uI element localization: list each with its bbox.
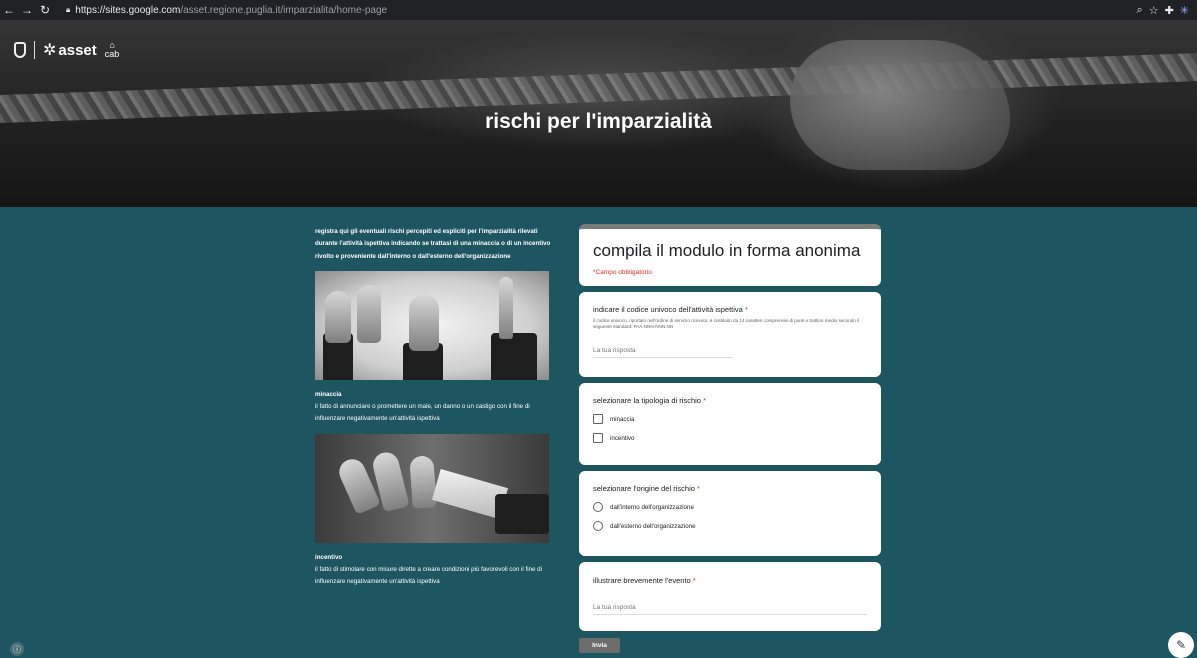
reload-icon[interactable]: ↻ — [36, 0, 54, 20]
form-header-card: compila il modulo in forma anonima *Camp… — [579, 224, 881, 286]
question-title-text: indicare il codice univoco dell'attività… — [593, 305, 743, 314]
option-label: dall'esterno dell'organizzazione — [610, 522, 696, 530]
form-title: compila il modulo in forma anonima — [593, 241, 861, 260]
option-incentivo[interactable]: incentivo — [593, 433, 867, 443]
question-card-type: selezionare la tipologia di rischio * mi… — [579, 383, 881, 465]
back-icon[interactable]: ← — [0, 0, 18, 20]
question-title: indicare il codice univoco dell'attività… — [593, 305, 867, 314]
code-input[interactable] — [593, 344, 733, 358]
option-label: dall'interno dell'organizzazione — [610, 503, 694, 511]
url-path: /asset.regione.puglia.it/imparzialita/ho… — [180, 4, 388, 16]
option-interno[interactable]: dall'interno dell'organizzazione — [593, 502, 867, 512]
minaccia-title: minaccia — [315, 390, 342, 398]
hero-banner: ✲ asset ⌂ cab rischi per l'imparzialità — [0, 20, 1197, 207]
required-star: * — [703, 396, 706, 405]
logo-divider — [34, 41, 35, 59]
question-title: selezionare la tipologia di rischio * — [593, 396, 867, 405]
required-star: * — [744, 305, 748, 314]
radio-button[interactable] — [593, 502, 603, 512]
star-icon[interactable]: ☆ — [1149, 4, 1159, 17]
forward-icon[interactable]: → — [18, 0, 36, 20]
required-star: * — [692, 576, 696, 585]
option-minaccia[interactable]: minaccia — [593, 414, 867, 424]
page-title: rischi per l'imparzialità — [485, 110, 712, 133]
question-title-text: selezionare l'origine del rischio — [593, 484, 695, 493]
required-star: * — [697, 484, 700, 493]
option-label: incentivo — [610, 434, 635, 442]
incentivo-text: il fatto di stimolare con misure dirette… — [315, 566, 542, 586]
radio-button[interactable] — [593, 521, 603, 531]
cab-logo: ⌂ cab — [105, 41, 120, 59]
question-help: il codice univoco, riportato nell'ordine… — [593, 318, 860, 329]
toolbar-actions: ⌕ ☆ ✚ ✳ — [1137, 4, 1197, 17]
browser-toolbar: ← → ↻ 🔒︎ https://sites.google.com /asset… — [0, 0, 1197, 20]
incentivo-caption: incentivo il fatto di stimolare con misu… — [315, 552, 551, 589]
checkbox[interactable] — [593, 414, 603, 424]
incentivo-title: incentivo — [315, 553, 343, 561]
question-title: selezionare l'origine del rischio * — [593, 484, 867, 493]
region-seal-icon — [14, 42, 26, 58]
cab-label: cab — [104, 49, 120, 59]
minaccia-text: il fatto di annunciare o promettere un m… — [315, 403, 530, 423]
zoom-icon[interactable]: ⌕ — [1137, 4, 1143, 17]
minaccia-photo — [315, 270, 549, 380]
option-label: minaccia — [610, 415, 635, 423]
question-title: illustrare brevemente l'evento * — [593, 576, 867, 585]
question-title-text: illustrare brevemente l'evento — [593, 576, 691, 585]
event-input[interactable] — [593, 601, 867, 615]
checkbox[interactable] — [593, 433, 603, 443]
asset-logo: asset — [58, 41, 97, 59]
required-note: *Campo obbligatorio — [593, 269, 652, 276]
question-card-origin: selezionare l'origine del rischio * dall… — [579, 471, 881, 556]
info-icon[interactable]: ⓘ — [10, 642, 24, 656]
url-host: https://sites.google.com — [75, 4, 181, 16]
address-bar[interactable]: 🔒︎ https://sites.google.com /asset.regio… — [60, 2, 394, 18]
extensions-icon[interactable]: ✚ — [1165, 4, 1174, 17]
lock-icon: 🔒︎ — [66, 5, 71, 14]
left-column: registra qui gli eventuali rischi percep… — [315, 226, 551, 589]
submit-button[interactable]: Invia — [579, 638, 620, 653]
minaccia-caption: minaccia il fatto di annunciare o promet… — [315, 389, 551, 426]
question-title-text: selezionare la tipologia di rischio — [593, 396, 701, 405]
intro-text: registra qui gli eventuali rischi percep… — [315, 228, 551, 260]
question-card-event: illustrare brevemente l'evento * — [579, 562, 881, 631]
logo-group[interactable]: ✲ asset ⌂ cab — [14, 40, 119, 60]
option-esterno[interactable]: dall'esterno dell'organizzazione — [593, 521, 867, 531]
question-card-code: indicare il codice univoco dell'attività… — [579, 292, 881, 377]
asset-star-icon: ✲ — [43, 42, 57, 59]
profile-icon[interactable]: ✳ — [1180, 4, 1189, 17]
incentivo-photo — [315, 433, 549, 543]
edit-pencil-icon[interactable]: ✎ — [1168, 632, 1194, 658]
